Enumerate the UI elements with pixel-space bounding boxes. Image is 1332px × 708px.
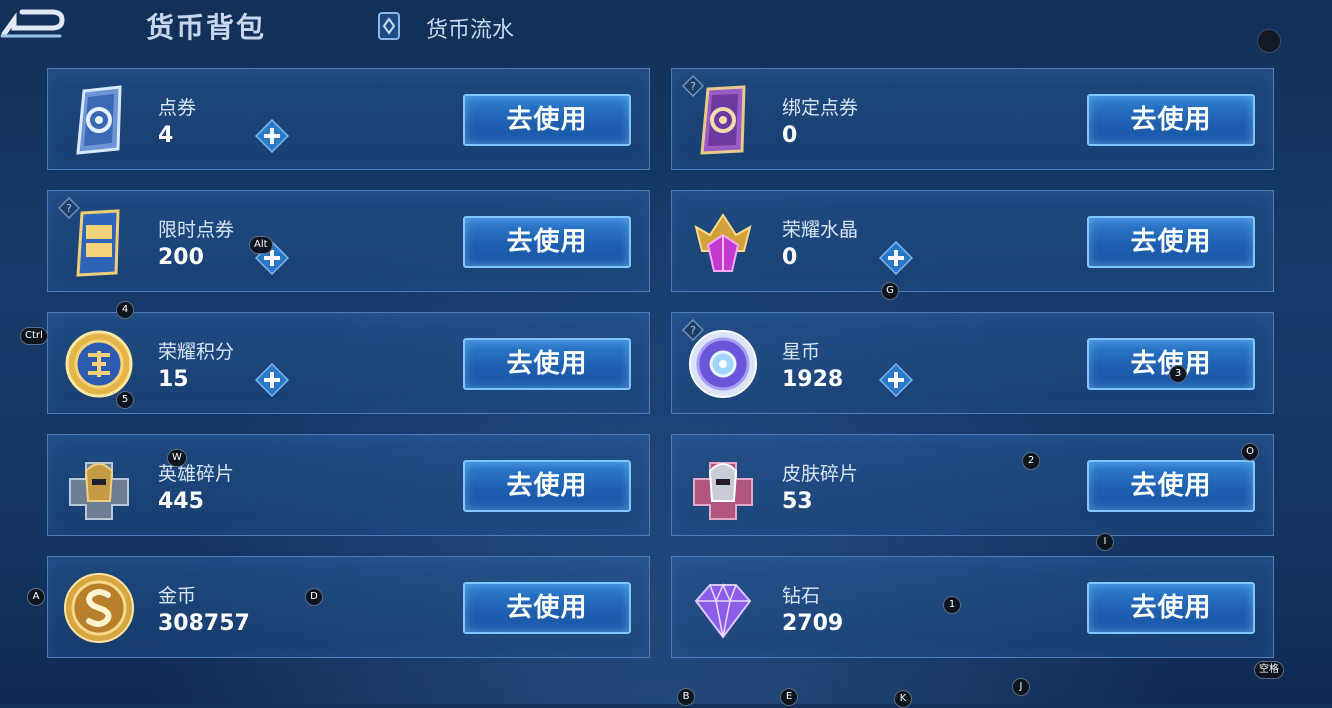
currency-amount: 0 [782, 245, 798, 270]
key-hint-space: 空格 [1254, 661, 1284, 679]
skin-fragment-icon [686, 449, 760, 523]
crystal-crown-icon [686, 205, 760, 279]
currency-amount: 4 [158, 123, 174, 148]
key-hint-e: E [780, 688, 798, 706]
use-button[interactable]: 去使用 [463, 582, 631, 634]
currency-amount: 0 [782, 123, 798, 148]
use-button[interactable]: 去使用 [463, 338, 631, 390]
currency-card-hero-fragment: 英雄碎片 445 去使用 [47, 434, 650, 536]
limited-coupon-icon [62, 205, 136, 279]
use-button[interactable]: 去使用 [1087, 338, 1255, 390]
currency-name: 点券 [158, 97, 197, 119]
add-button[interactable] [878, 240, 914, 276]
currency-amount: 53 [782, 489, 813, 514]
key-hint-j: J [1012, 678, 1030, 696]
key-hint-k: K [894, 690, 912, 708]
close-dot-icon[interactable] [1257, 29, 1281, 53]
currency-name: 钻石 [782, 585, 821, 607]
hero-fragment-icon [62, 449, 136, 523]
back-button[interactable] [0, 6, 70, 44]
key-hint-w: W [167, 449, 187, 467]
currency-card-star-coin: ? 星币 1928 去使用 [671, 312, 1274, 414]
key-hint-o: O [1241, 443, 1259, 461]
key-hint-alt: Alt [249, 236, 273, 254]
plus-icon [878, 240, 914, 276]
currency-amount: 445 [158, 489, 204, 514]
currency-flow-link[interactable]: 货币流水 [426, 12, 514, 44]
currency-card-gold: 金币 308757 去使用 [47, 556, 650, 658]
back-arrow-icon [0, 9, 65, 38]
currency-name: 荣耀水晶 [782, 219, 859, 241]
glory-points-medal-icon [62, 327, 136, 401]
currency-amount: 15 [158, 367, 189, 392]
key-hint-4: 4 [116, 301, 134, 319]
currency-name: 荣耀积分 [158, 341, 235, 363]
plus-icon [878, 362, 914, 398]
currency-name: 绑定点券 [782, 97, 859, 119]
currency-card-limited-coupon: ? 限时点券 200 去使用 [47, 190, 650, 292]
currency-card-glory-points: 荣耀积分 15 去使用 [47, 312, 650, 414]
key-hint-ctrl: Ctrl [20, 327, 48, 345]
currency-amount: 2709 [782, 611, 844, 636]
add-button[interactable] [254, 362, 290, 398]
currency-flow-icon[interactable] [374, 10, 404, 42]
key-hint-1: 1 [943, 596, 961, 614]
key-hint-b: B [677, 688, 695, 706]
add-button[interactable] [254, 118, 290, 154]
currency-name: 星币 [782, 341, 821, 363]
currency-card-glory-crystal: 荣耀水晶 0 去使用 [671, 190, 1274, 292]
use-button[interactable]: 去使用 [463, 216, 631, 268]
star-coin-icon [686, 327, 760, 401]
add-button[interactable] [878, 362, 914, 398]
key-hint-g: G [881, 282, 899, 300]
key-hint-5: 5 [116, 391, 134, 409]
use-button[interactable]: 去使用 [463, 460, 631, 512]
currency-card-skin-fragment: 皮肤碎片 53 去使用 [671, 434, 1274, 536]
use-button[interactable]: 去使用 [1087, 460, 1255, 512]
currency-card-coupon: 点券 4 去使用 [47, 68, 650, 170]
use-button[interactable]: 去使用 [1087, 216, 1255, 268]
coupon-card-icon [62, 83, 136, 157]
plus-icon [254, 362, 290, 398]
use-button[interactable]: 去使用 [1087, 582, 1255, 634]
diamond-icon [686, 571, 760, 645]
page-title: 货币背包 [146, 11, 267, 44]
key-hint-i: I [1096, 533, 1114, 551]
gold-coin-icon [62, 571, 136, 645]
key-hint-3: 3 [1169, 365, 1187, 383]
currency-card-bound-coupon: ? 绑定点券 0 去使用 [671, 68, 1274, 170]
currency-card-diamond: 钻石 2709 去使用 [671, 556, 1274, 658]
key-hint-a: A [27, 588, 45, 606]
bound-coupon-card-icon [686, 83, 760, 157]
use-button[interactable]: 去使用 [1087, 94, 1255, 146]
currency-name: 皮肤碎片 [782, 463, 859, 485]
currency-amount: 1928 [782, 367, 844, 392]
plus-icon [254, 118, 290, 154]
key-hint-d: D [305, 588, 323, 606]
currency-amount: 308757 [158, 611, 250, 636]
currency-amount: 200 [158, 245, 204, 270]
use-button[interactable]: 去使用 [463, 94, 631, 146]
key-hint-2: 2 [1022, 452, 1040, 470]
currency-name: 限时点券 [158, 219, 235, 241]
currency-name: 金币 [158, 585, 197, 607]
